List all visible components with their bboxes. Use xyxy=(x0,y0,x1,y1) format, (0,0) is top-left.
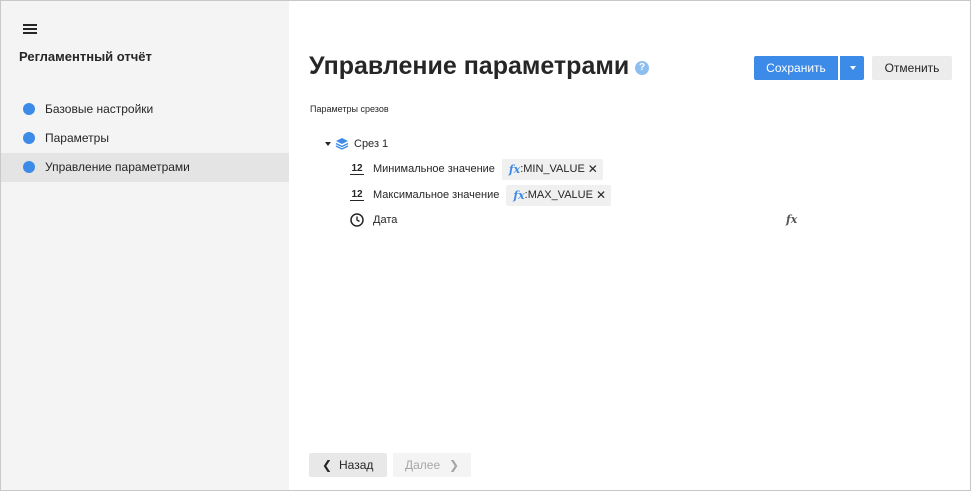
close-icon[interactable]: ✕ xyxy=(588,162,598,176)
param-row-date: Дата xyxy=(350,209,397,231)
question-circle-icon[interactable]: ? xyxy=(635,61,649,75)
sidebar-item-basic-settings[interactable]: Базовые настройки xyxy=(1,95,289,124)
param-label: Минимальное значение xyxy=(373,163,495,175)
param-row-max: 12 Максимальное значение fx :MAX_VALUE ✕ xyxy=(350,184,612,206)
sidebar-nav: Базовые настройки Параметры Управление п… xyxy=(1,95,289,182)
back-button-label: Назад xyxy=(339,458,374,472)
expand-caret-icon[interactable] xyxy=(325,142,331,146)
cancel-button[interactable]: Отменить xyxy=(872,56,952,80)
tree-node-slice[interactable]: Срез 1 xyxy=(325,136,388,152)
close-icon[interactable]: ✕ xyxy=(596,188,606,202)
save-dropdown-button[interactable] xyxy=(840,56,864,80)
param-row-min: 12 Минимальное значение fx :MIN_VALUE ✕ xyxy=(350,158,603,180)
formula-chip[interactable]: fx :MIN_VALUE ✕ xyxy=(501,158,603,180)
sidebar-item-label: Управление параметрами xyxy=(45,160,190,174)
step-dot-icon xyxy=(23,103,35,115)
page-title: Управление параметрами xyxy=(309,52,630,80)
formula-text: :MIN_VALUE xyxy=(520,163,585,175)
step-dot-icon xyxy=(23,161,35,173)
report-title: Регламентный отчёт xyxy=(19,49,152,64)
step-dot-icon xyxy=(23,132,35,144)
sidebar-item-parameters[interactable]: Параметры xyxy=(1,124,289,153)
chevron-left-icon: ❮ xyxy=(322,458,333,472)
tree-node-label: Срез 1 xyxy=(354,138,389,150)
formula-text: :MAX_VALUE xyxy=(524,189,593,201)
chevron-right-icon: ❯ xyxy=(449,458,460,472)
number-type-icon: 12 xyxy=(350,163,364,175)
next-button[interactable]: Далее ❯ xyxy=(393,453,471,477)
fx-icon[interactable]: fx xyxy=(786,213,797,226)
formula-chip[interactable]: fx :MAX_VALUE ✕ xyxy=(506,184,612,206)
main-panel: Управление параметрами ? Сохранить Отмен… xyxy=(289,1,970,490)
section-label: Параметры срезов xyxy=(310,104,389,114)
param-label: Максимальное значение xyxy=(373,189,500,201)
layers-icon xyxy=(335,138,349,150)
clock-icon xyxy=(350,213,364,227)
param-label: Дата xyxy=(373,214,398,226)
app-window: Регламентный отчёт Базовые настройки Пар… xyxy=(0,0,971,491)
sidebar-item-label: Параметры xyxy=(45,131,109,145)
hamburger-menu-icon[interactable] xyxy=(23,23,37,35)
save-button[interactable]: Сохранить xyxy=(754,56,838,80)
back-button[interactable]: ❮ Назад xyxy=(309,453,387,477)
next-button-label: Далее xyxy=(405,458,441,472)
sidebar: Регламентный отчёт Базовые настройки Пар… xyxy=(1,1,289,490)
number-type-icon: 12 xyxy=(350,189,364,201)
fx-icon: fx xyxy=(508,162,521,176)
sidebar-item-label: Базовые настройки xyxy=(45,102,154,116)
fx-icon: fx xyxy=(513,188,525,202)
sidebar-item-parameter-management[interactable]: Управление параметрами xyxy=(1,153,289,182)
